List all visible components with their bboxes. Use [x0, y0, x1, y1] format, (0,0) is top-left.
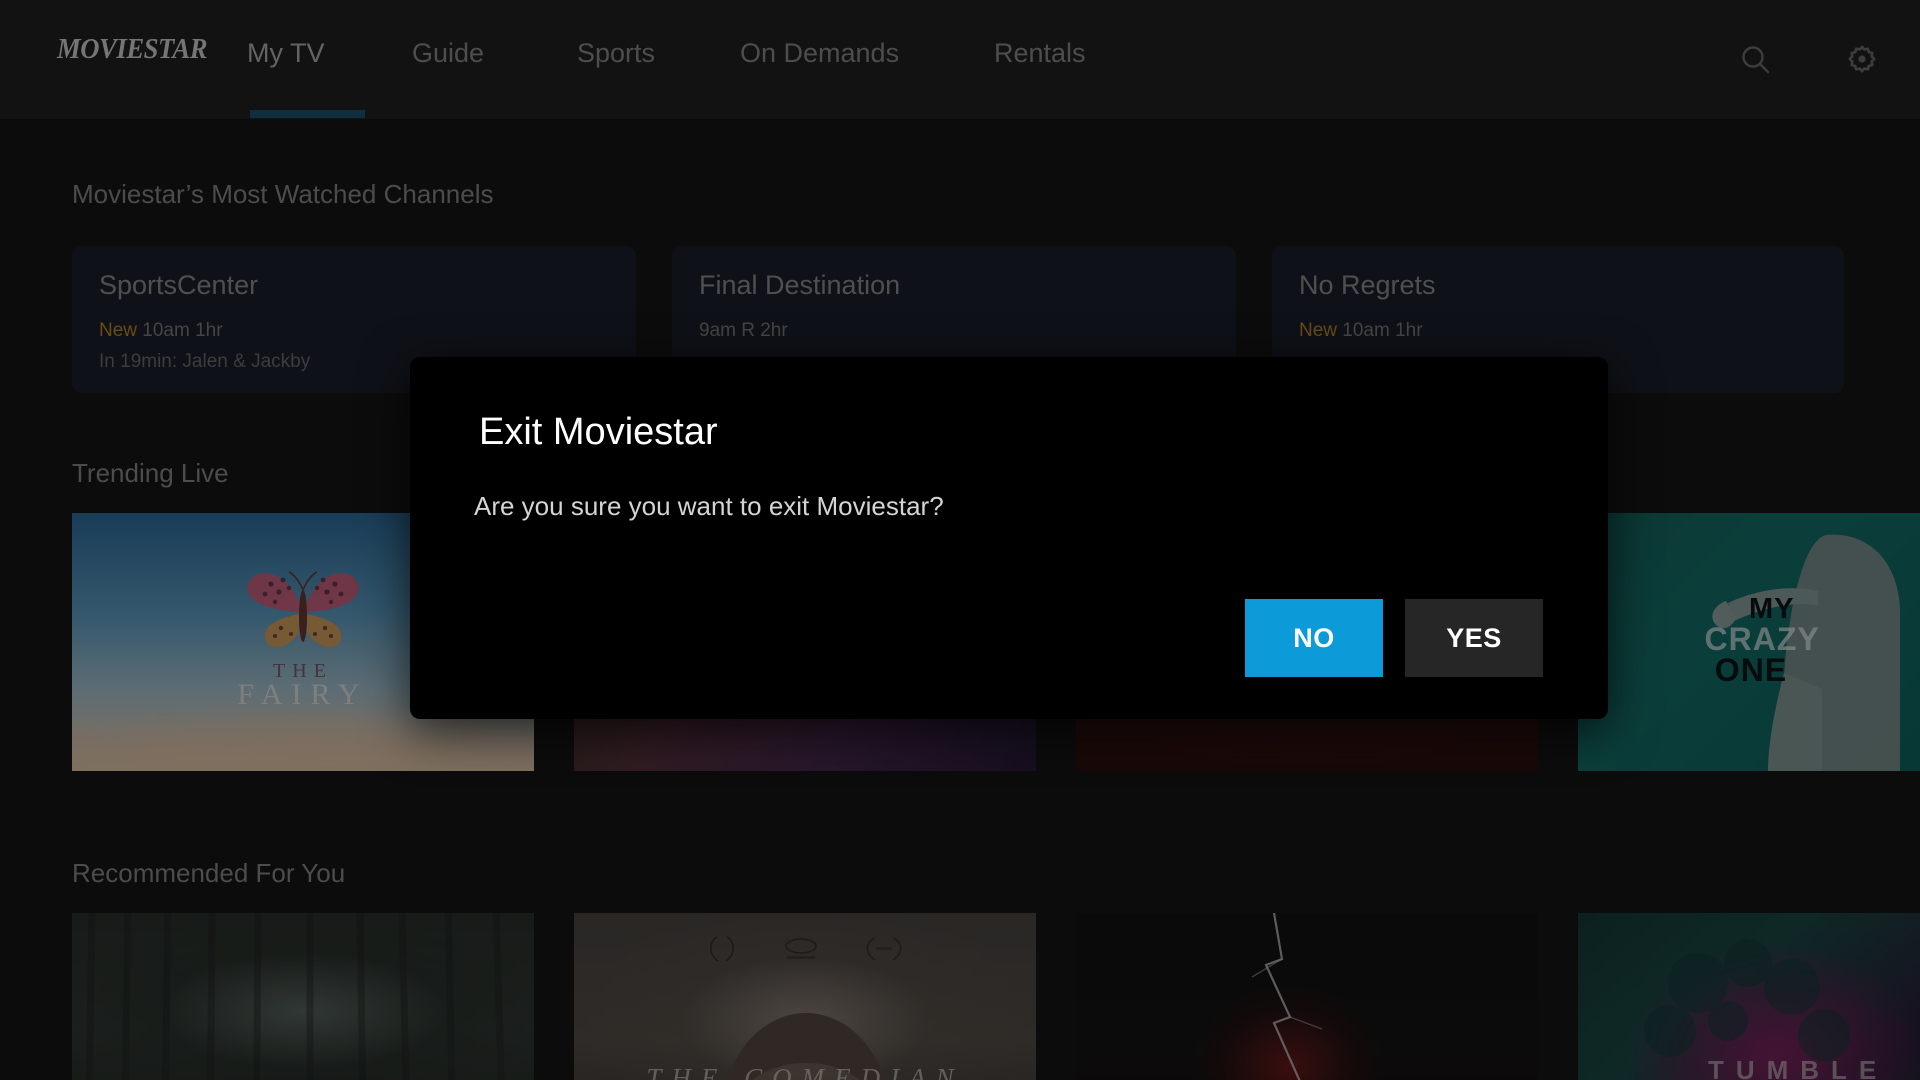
- dialog-title: Exit Moviestar: [479, 411, 718, 453]
- dialog-message: Are you sure you want to exit Moviestar?: [474, 491, 944, 521]
- yes-button[interactable]: YES: [1405, 599, 1543, 677]
- moviestar-app: MOVIESTAR My TV Guide Sports On Demands …: [0, 0, 1920, 1080]
- exit-dialog: Exit Moviestar Are you sure you want to …: [410, 357, 1608, 719]
- no-button[interactable]: NO: [1245, 599, 1383, 677]
